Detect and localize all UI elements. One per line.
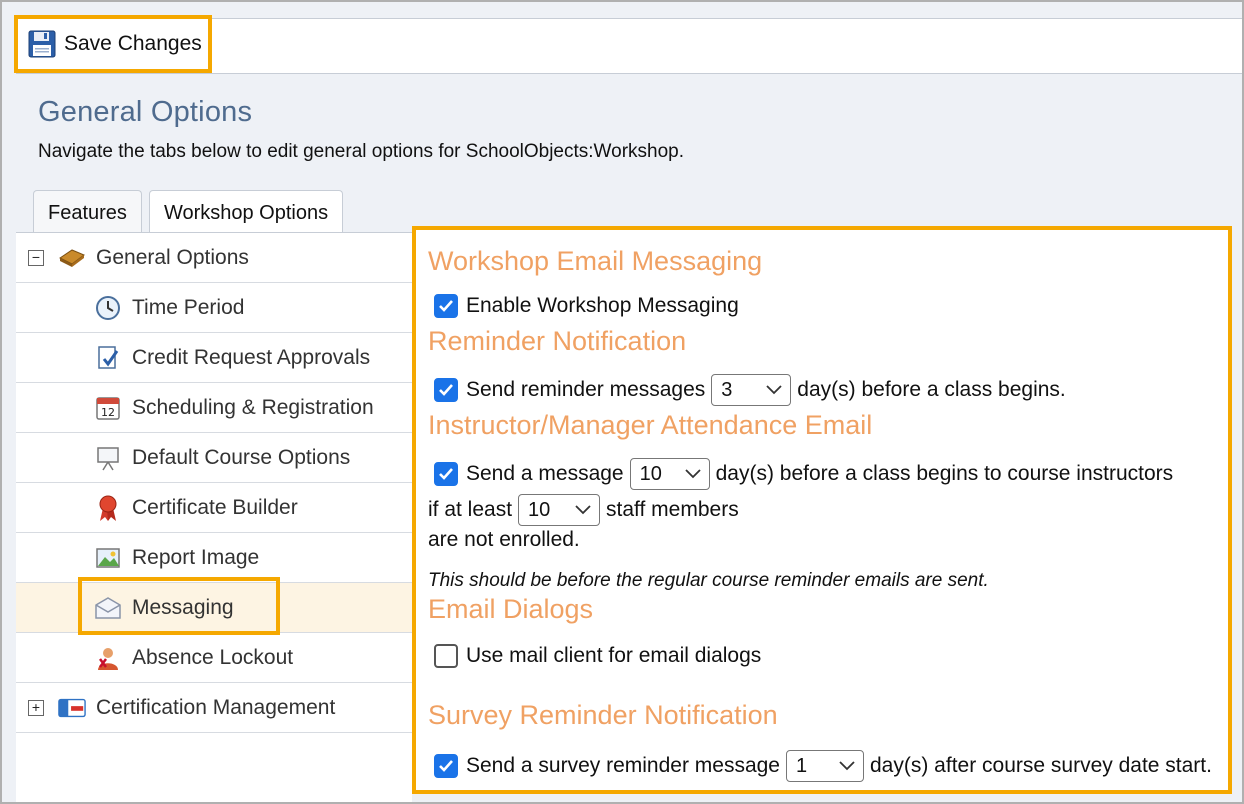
tree-item-scheduling-registration[interactable]: 12 Scheduling & Registration bbox=[16, 383, 412, 433]
send-attendance-message-checkbox[interactable] bbox=[434, 462, 458, 486]
tree-label: Report Image bbox=[132, 545, 260, 569]
page-description: Navigate the tabs below to edit general … bbox=[38, 141, 685, 162]
tree-item-general-options[interactable]: − General Options bbox=[16, 233, 412, 283]
tree-label: Time Period bbox=[132, 295, 245, 319]
row-attendance-staff: if at least 10 staff members bbox=[428, 494, 739, 526]
calendar-icon: 12 bbox=[94, 394, 122, 422]
save-changes-button[interactable]: Save Changes bbox=[14, 15, 212, 73]
section-title-reminder: Reminder Notification bbox=[428, 326, 687, 356]
image-icon bbox=[94, 544, 122, 572]
enable-workshop-messaging-label: Enable Workshop Messaging bbox=[466, 294, 739, 317]
tree-label: Certification Management bbox=[96, 695, 336, 719]
send-reminder-checkbox[interactable] bbox=[434, 378, 458, 402]
options-tree: − General Options Time Period Credit Req… bbox=[16, 232, 412, 802]
presentation-board-icon bbox=[94, 444, 122, 472]
tab-workshop-options[interactable]: Workshop Options bbox=[148, 190, 344, 234]
tree-label: General Options bbox=[96, 245, 249, 269]
tree-item-report-image[interactable]: Report Image bbox=[16, 533, 412, 583]
user-blocked-icon bbox=[94, 644, 122, 672]
row-enable-workshop-messaging: Enable Workshop Messaging bbox=[434, 294, 739, 318]
ribbon-award-icon bbox=[94, 494, 122, 522]
staff-count-value: 10 bbox=[528, 498, 551, 521]
attendance-line3: are not enrolled. bbox=[428, 528, 580, 551]
attendance-days-select[interactable]: 10 bbox=[629, 458, 710, 490]
approval-document-icon bbox=[94, 344, 122, 372]
chevron-down-icon bbox=[839, 761, 855, 771]
attendance-text-after: day(s) before a class begins to course i… bbox=[715, 462, 1174, 485]
tree-item-credit-request-approvals[interactable]: Credit Request Approvals bbox=[16, 333, 412, 383]
reminder-text-before: Send reminder messages bbox=[466, 378, 706, 401]
survey-text-before: Send a survey reminder message bbox=[466, 754, 780, 777]
page-header: General Options Navigate the tabs below … bbox=[38, 96, 1228, 163]
floppy-disk-icon bbox=[28, 30, 56, 58]
reminder-days-value: 3 bbox=[721, 378, 733, 401]
envelope-icon bbox=[94, 594, 122, 622]
tree-label: Scheduling & Registration bbox=[132, 395, 374, 419]
survey-days-select[interactable]: 1 bbox=[786, 750, 864, 782]
collapse-toggle[interactable]: − bbox=[28, 249, 44, 266]
tree-label: Default Course Options bbox=[132, 445, 351, 469]
tab-features[interactable]: Features bbox=[33, 190, 142, 232]
staff-count-select[interactable]: 10 bbox=[518, 494, 601, 526]
check-icon bbox=[439, 300, 453, 312]
check-icon bbox=[439, 468, 453, 480]
row-email-dialogs: Use mail client for email dialogs bbox=[434, 644, 761, 668]
calendar-number: 12 bbox=[101, 406, 115, 419]
tree-item-certification-management[interactable]: + Certification Management bbox=[16, 683, 412, 733]
tree-label: Credit Request Approvals bbox=[132, 345, 371, 369]
reminder-text-after: day(s) before a class begins. bbox=[797, 378, 1066, 401]
tab-bar: Features Workshop Options bbox=[33, 190, 350, 234]
send-survey-reminder-checkbox[interactable] bbox=[434, 754, 458, 778]
tree-item-time-period[interactable]: Time Period bbox=[16, 283, 412, 333]
toolbar: Save Changes bbox=[14, 15, 1242, 74]
section-title-workshop-email: Workshop Email Messaging bbox=[428, 246, 763, 276]
tree-item-default-course-options[interactable]: Default Course Options bbox=[16, 433, 412, 483]
use-mail-client-checkbox[interactable] bbox=[434, 644, 458, 668]
attendance-note: This should be before the regular course… bbox=[428, 570, 989, 591]
section-title-email-dialogs: Email Dialogs bbox=[428, 594, 594, 624]
save-changes-label: Save Changes bbox=[64, 32, 202, 55]
survey-text-after: day(s) after course survey date start. bbox=[870, 754, 1212, 777]
check-icon bbox=[439, 760, 453, 772]
clock-icon bbox=[94, 294, 122, 322]
section-title-attendance: Instructor/Manager Attendance Email bbox=[428, 410, 873, 440]
attendance-days-value: 10 bbox=[639, 462, 662, 485]
window-frame: Save Changes General Options Navigate th… bbox=[0, 0, 1244, 804]
tree-label: Absence Lockout bbox=[132, 645, 294, 669]
book-icon bbox=[58, 244, 86, 272]
chevron-down-icon bbox=[766, 385, 782, 395]
tree-label: Certificate Builder bbox=[132, 495, 298, 519]
chevron-down-icon bbox=[575, 505, 591, 515]
expand-toggle[interactable]: + bbox=[28, 699, 44, 716]
attendance-line2-before: if at least bbox=[428, 498, 513, 521]
row-attendance: Send a message 10 day(s) before a class … bbox=[434, 458, 1173, 490]
tree-label: Messaging bbox=[132, 595, 234, 619]
use-mail-client-label: Use mail client for email dialogs bbox=[466, 644, 762, 667]
tree-item-messaging[interactable]: Messaging bbox=[16, 583, 412, 633]
section-title-survey: Survey Reminder Notification bbox=[428, 700, 778, 730]
survey-days-value: 1 bbox=[796, 754, 808, 777]
messaging-options-panel: Workshop Email Messaging Enable Workshop… bbox=[412, 226, 1232, 794]
attendance-line2-after: staff members bbox=[606, 498, 739, 521]
row-attendance-line3: are not enrolled. bbox=[428, 528, 580, 552]
row-survey: Send a survey reminder message 1 day(s) … bbox=[434, 750, 1212, 782]
id-card-icon bbox=[58, 694, 86, 722]
attendance-text-before: Send a message bbox=[466, 462, 624, 485]
row-reminder: Send reminder messages 3 day(s) before a… bbox=[434, 374, 1066, 406]
tree-item-certificate-builder[interactable]: Certificate Builder bbox=[16, 483, 412, 533]
tree-item-absence-lockout[interactable]: Absence Lockout bbox=[16, 633, 412, 683]
reminder-days-select[interactable]: 3 bbox=[711, 374, 792, 406]
chevron-down-icon bbox=[684, 469, 701, 479]
page-title: General Options bbox=[38, 96, 253, 128]
check-icon bbox=[439, 384, 453, 396]
enable-workshop-messaging-checkbox[interactable] bbox=[434, 294, 458, 318]
